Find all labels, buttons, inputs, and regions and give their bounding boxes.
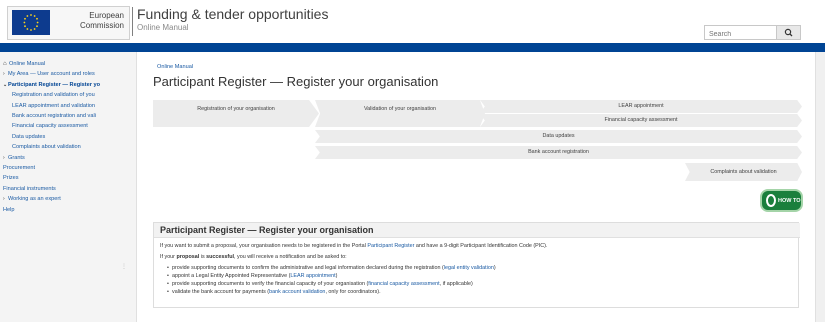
page-scrollbar[interactable]: [815, 52, 825, 322]
content-panel: Participant Register — Register your org…: [153, 222, 800, 308]
step-financial-capacity[interactable]: Financial capacity assessment: [480, 114, 802, 127]
logo-line1: European: [89, 11, 124, 20]
sidebar-item-label: Online Manual: [9, 61, 46, 67]
sidebar-item-working-as-expert[interactable]: › Working as an expert: [0, 194, 136, 204]
text-segment: If your: [160, 254, 177, 260]
step-complaints[interactable]: Complaints about validation: [685, 163, 802, 181]
text-segment: and have a 9-digit Participant Identific…: [414, 243, 548, 249]
lear-appointment-link[interactable]: LEAR appointment: [290, 273, 335, 279]
sidebar-item-grants[interactable]: › Grants: [0, 153, 136, 163]
text-segment-bold: proposal: [176, 254, 200, 260]
main-content: Online Manual Participant Register — Reg…: [137, 52, 825, 322]
text-segment: provide supporting documents to confirm …: [172, 265, 444, 271]
sidebar: ⌂ Online Manual › My Area — User account a…: [0, 52, 137, 322]
text-segment: ): [493, 265, 496, 271]
sidebar-item-prizes[interactable]: Prizes: [0, 173, 136, 183]
breadcrumb[interactable]: Online Manual: [157, 64, 193, 70]
list-item: • appoint a Legal Entity Appointed Repres…: [167, 273, 337, 280]
step-label: Validation of your organisation: [363, 106, 437, 112]
sidebar-item-complaints[interactable]: Complaints about validation: [0, 142, 136, 152]
sidebar-item-label: My Area — User account and roles: [8, 71, 95, 78]
content-title: Participant Register — Register your org…: [160, 225, 374, 235]
search-icon: [784, 28, 793, 37]
text-segment-bold: successful: [206, 254, 235, 260]
step-validation[interactable]: Validation of your organisation: [315, 100, 485, 127]
text-segment: ): [335, 273, 338, 279]
app-subtitle: Online Manual: [137, 23, 189, 32]
text-segment: validate the bank account for payments (: [172, 289, 270, 295]
text-segment: , you will receive a notification and be…: [234, 254, 347, 260]
sidebar-item-registration-validation[interactable]: Registration and validation of you: [0, 90, 136, 100]
sidebar-item-my-area[interactable]: › My Area — User account and roles: [0, 69, 136, 79]
text-segment: If you want to submit a proposal, your o…: [160, 243, 368, 249]
list-item: • validate the bank account for payments …: [167, 289, 381, 296]
european-commission-logo[interactable]: European Commission: [7, 6, 130, 40]
sidebar-item-data-updates[interactable]: Data updates: [0, 132, 136, 142]
step-data-updates[interactable]: Data updates: [315, 130, 802, 143]
intro-paragraph: If you want to submit a proposal, your o…: [160, 243, 547, 250]
app-title[interactable]: Funding & tender opportunities: [137, 7, 328, 22]
sidebar-nav: ⌂ Online Manual › My Area — User account a…: [0, 59, 136, 215]
sidebar-item-financial-capacity[interactable]: Financial capacity assessment: [0, 121, 136, 131]
proposal-paragraph: If your proposal is successful, you will…: [160, 254, 347, 261]
step-bank-account[interactable]: Bank account registration: [315, 146, 802, 159]
header-divider: [132, 7, 133, 36]
power-icon: [766, 194, 776, 207]
step-lear-appointment[interactable]: LEAR appointment: [480, 100, 802, 113]
legal-entity-validation-link[interactable]: legal entity validation: [444, 265, 494, 271]
how-to-button[interactable]: HOW TO: [760, 189, 803, 212]
page-title: Participant Register — Register your org…: [153, 74, 439, 89]
search-button[interactable]: [776, 25, 801, 40]
sidebar-item-help[interactable]: Help: [0, 205, 136, 215]
text-segment: provide supporting documents to verify t…: [172, 281, 369, 287]
eu-flag-icon: [12, 10, 50, 35]
sidebar-item-lear-appointment[interactable]: LEAR appointment and validation: [0, 101, 136, 111]
text-segment: , if applicable): [439, 281, 473, 287]
list-item: • provide supporting documents to confirm…: [167, 265, 496, 272]
content-header: Participant Register — Register your org…: [154, 223, 800, 238]
text-segment: appoint a Legal Entity Appointed Represe…: [172, 273, 291, 279]
participant-register-link[interactable]: Participant Register: [367, 243, 414, 249]
sidebar-item-label: Grants: [8, 154, 25, 161]
sidebar-item-financial-instruments[interactable]: Financial instruments: [0, 184, 136, 194]
text-segment: , only for coordinators).: [325, 289, 381, 295]
step-label: Registration of your organisation: [197, 106, 275, 112]
sidebar-item-label: Participant Register — Register yo: [8, 81, 101, 88]
brand-bar: [0, 43, 825, 52]
sidebar-item-procurement[interactable]: Procurement: [0, 163, 136, 173]
sidebar-item-label: Working as an expert: [8, 196, 61, 203]
top-header: European Commission Funding & tender opp…: [0, 0, 825, 44]
financial-capacity-link[interactable]: financial capacity assessment: [368, 281, 439, 287]
logo-line2: Commission: [79, 21, 124, 30]
sidebar-item-participant-register[interactable]: ⌄Participant Register — Register yo: [0, 80, 136, 90]
bank-account-validation-link[interactable]: bank account validation: [269, 289, 325, 295]
sidebar-resize-handle[interactable]: ⋮: [121, 263, 127, 270]
sidebar-item-online-manual[interactable]: ⌂ Online Manual: [0, 59, 136, 69]
sidebar-item-bank-account[interactable]: Bank account registration and vali: [0, 111, 136, 121]
list-item: • provide supporting documents to verify …: [167, 281, 473, 288]
how-to-label: HOW TO: [778, 198, 801, 204]
step-registration[interactable]: Registration of your organisation: [153, 100, 319, 127]
